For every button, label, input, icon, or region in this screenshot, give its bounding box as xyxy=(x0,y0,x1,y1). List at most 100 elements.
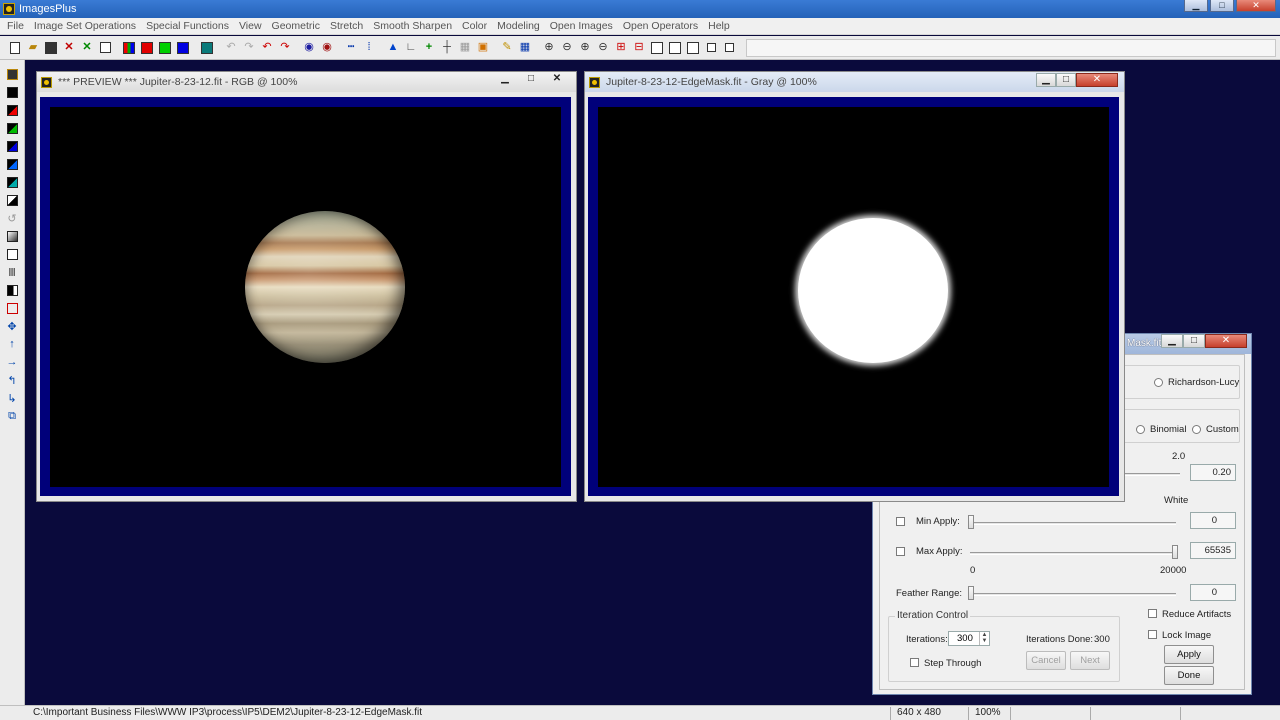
levels-icon[interactable]: Ⅲ xyxy=(4,264,20,280)
preview-minimize-button[interactable]: ▁ xyxy=(492,73,518,87)
max-apply-checkbox[interactable] xyxy=(896,547,905,556)
max-apply-slider-thumb[interactable] xyxy=(1172,545,1178,559)
undo-all-icon[interactable]: ↶ xyxy=(258,39,276,57)
menu-help[interactable]: Help xyxy=(703,20,735,32)
menu-open-images[interactable]: Open Images xyxy=(545,20,618,32)
green-channel-icon[interactable] xyxy=(156,39,174,57)
preview-window-titlebar[interactable]: *** PREVIEW *** Jupiter-8-23-12.fit - RG… xyxy=(37,72,576,92)
richardson-lucy-radio[interactable] xyxy=(1154,378,1163,387)
red-channel-icon[interactable] xyxy=(138,39,156,57)
menu-color[interactable]: Color xyxy=(457,20,492,32)
window-4-icon[interactable] xyxy=(702,39,720,57)
add-icon[interactable]: + xyxy=(420,39,438,57)
redo-icon[interactable]: ↷ xyxy=(240,39,258,57)
black-white-icon[interactable] xyxy=(4,282,20,298)
menu-file[interactable]: File xyxy=(2,20,29,32)
feather-field[interactable]: 0 xyxy=(1190,584,1236,601)
arrow-up-icon[interactable]: ↑ xyxy=(4,336,20,352)
rotate-left-icon[interactable]: ↰ xyxy=(4,372,20,388)
dialog-close-button[interactable]: ✕ xyxy=(1205,334,1247,348)
histogram-icon[interactable]: ▲ xyxy=(384,39,402,57)
grid-icon[interactable] xyxy=(198,39,216,57)
new-file-icon[interactable] xyxy=(6,39,24,57)
maximize-image-icon[interactable]: ⊞ xyxy=(612,39,630,57)
rotate-right-icon[interactable]: ↳ xyxy=(4,390,20,406)
blue-point-icon[interactable] xyxy=(4,138,20,154)
move-icon[interactable]: ✥ xyxy=(4,318,20,334)
cancel-button[interactable]: Cancel xyxy=(1026,651,1066,670)
close-button[interactable]: ✕ xyxy=(1236,0,1276,12)
black-point-icon[interactable] xyxy=(4,84,20,100)
min-apply-slider-thumb[interactable] xyxy=(968,515,974,529)
feather-slider-track[interactable] xyxy=(970,593,1176,596)
param-value-field[interactable]: 0.20 xyxy=(1190,464,1236,481)
max-apply-slider-track[interactable] xyxy=(970,552,1176,555)
pencil-icon[interactable]: ✎ xyxy=(498,39,516,57)
mask-maximize-button[interactable]: □ xyxy=(1056,73,1076,87)
table-icon[interactable]: ▦ xyxy=(456,39,474,57)
mask-minimize-button[interactable]: ▁ xyxy=(1036,73,1056,87)
binomial-radio[interactable] xyxy=(1136,425,1145,434)
region-red-icon[interactable] xyxy=(4,300,20,316)
menu-stretch[interactable]: Stretch xyxy=(325,20,368,32)
menu-special-functions[interactable]: Special Functions xyxy=(141,20,234,32)
white-point-icon[interactable] xyxy=(4,192,20,208)
flip-icon[interactable]: ⧉ xyxy=(4,408,20,424)
blue-channel-icon[interactable] xyxy=(174,39,192,57)
gradient-icon[interactable] xyxy=(4,228,20,244)
dotted-line-icon[interactable]: ┅ xyxy=(342,39,360,57)
undo-icon[interactable]: ↶ xyxy=(222,39,240,57)
green-point-icon[interactable] xyxy=(4,120,20,136)
zoom-in-icon[interactable]: ⊕ xyxy=(540,39,558,57)
menu-image-set-operations[interactable]: Image Set Operations xyxy=(29,20,141,32)
max-apply-field[interactable]: 65535 xyxy=(1190,542,1236,559)
preview-maximize-button[interactable]: □ xyxy=(518,73,544,87)
rgb-blue-point-icon[interactable] xyxy=(4,156,20,172)
spinner-arrows-icon[interactable]: ▲ ▼ xyxy=(979,632,989,645)
select-region-icon[interactable] xyxy=(4,246,20,262)
dialog-maximize-button[interactable]: □ xyxy=(1183,334,1205,348)
window-1-icon[interactable] xyxy=(648,39,666,57)
close-all-icon[interactable]: ✕ xyxy=(78,39,96,57)
preview-image-canvas[interactable] xyxy=(50,107,561,487)
min-apply-checkbox[interactable] xyxy=(896,517,905,526)
mask-window-titlebar[interactable]: Jupiter-8-23-12-EdgeMask.fit - Gray @ 10… xyxy=(585,72,1124,92)
step-through-checkbox[interactable] xyxy=(910,658,919,667)
maximize-button[interactable]: □ xyxy=(1210,0,1234,12)
done-button[interactable]: Done xyxy=(1164,666,1214,685)
menu-view[interactable]: View xyxy=(234,20,267,32)
custom-radio[interactable] xyxy=(1192,425,1201,434)
zoom-actual-icon[interactable]: ⊖ xyxy=(594,39,612,57)
mask-image-canvas[interactable] xyxy=(598,107,1109,487)
window-3-icon[interactable] xyxy=(684,39,702,57)
lock-image-checkbox[interactable] xyxy=(1148,630,1157,639)
menu-geometric[interactable]: Geometric xyxy=(267,20,325,32)
menu-modeling[interactable]: Modeling xyxy=(492,20,545,32)
close-image-icon[interactable]: ✕ xyxy=(60,39,78,57)
redo-all-icon[interactable]: ↷ xyxy=(276,39,294,57)
feather-slider-thumb[interactable] xyxy=(968,586,974,600)
preview-close-button[interactable]: ✕ xyxy=(544,73,570,87)
hook-icon[interactable]: ↺ xyxy=(4,210,20,226)
curve-icon[interactable]: ∟ xyxy=(402,39,420,57)
zoom-fit-icon[interactable]: ⊕ xyxy=(576,39,594,57)
crosshair-icon[interactable]: ┼ xyxy=(438,39,456,57)
dialog-minimize-button[interactable]: ▁ xyxy=(1161,334,1183,348)
min-apply-slider-track[interactable] xyxy=(970,522,1176,525)
palette-icon[interactable]: ▣ xyxy=(474,39,492,57)
menu-smooth-sharpen[interactable]: Smooth Sharpen xyxy=(368,20,457,32)
record-stop-icon[interactable]: ◉ xyxy=(318,39,336,57)
save-icon[interactable] xyxy=(42,39,60,57)
save-image-icon[interactable] xyxy=(4,66,20,82)
min-apply-field[interactable]: 0 xyxy=(1190,512,1236,529)
minimize-button[interactable]: ▁ xyxy=(1184,0,1208,12)
window-2-icon[interactable] xyxy=(666,39,684,57)
open-folder-icon[interactable]: ▰ xyxy=(24,39,42,57)
mask-close-button[interactable]: ✕ xyxy=(1076,73,1118,87)
rgb-channels-icon[interactable] xyxy=(120,39,138,57)
iterations-spinner[interactable]: 300 ▲ ▼ xyxy=(948,631,990,646)
matrix-icon[interactable]: ▦ xyxy=(516,39,534,57)
cyan-point-icon[interactable] xyxy=(4,174,20,190)
crop-points-icon[interactable]: ⁞ xyxy=(360,39,378,57)
record-icon[interactable]: ◉ xyxy=(300,39,318,57)
